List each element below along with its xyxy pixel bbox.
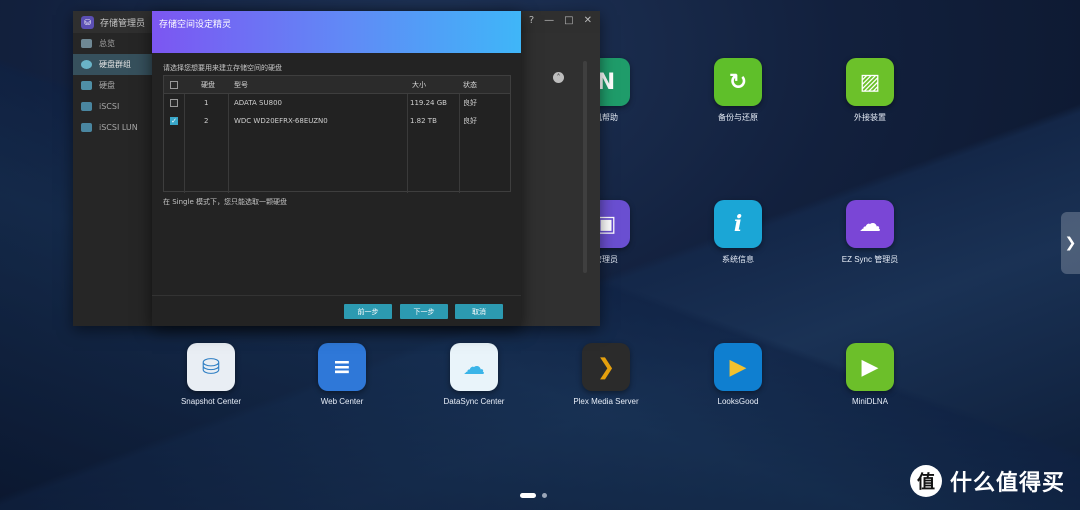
disk-size: 1.82 TB <box>410 117 437 125</box>
page-dot-active[interactable] <box>520 493 536 498</box>
help-icon[interactable]: ? <box>529 15 534 26</box>
app-label: Plex Media Server <box>573 397 639 406</box>
window-controls: ? — □ ✕ <box>529 15 592 26</box>
disk-number: 1 <box>204 99 209 107</box>
minimize-icon[interactable]: — <box>544 15 554 26</box>
disk-checkbox[interactable] <box>170 99 178 107</box>
app-datasync-center[interactable]: ☁ DataSync Center <box>419 343 529 406</box>
disk-model: WDC WD20EFRX-68EUZN0 <box>234 117 328 125</box>
app-ezsync[interactable]: ☁ EZ Sync 管理员 <box>815 200 925 265</box>
chevron-right-icon: ❯ <box>1064 235 1077 251</box>
disk-group-icon <box>81 60 92 69</box>
ezsync-cloud-icon: ☁ <box>846 200 894 248</box>
app-label: MiniDLNA <box>851 397 888 406</box>
wizard-title: 存储空间设定精灵 <box>159 20 232 30</box>
close-icon[interactable]: ✕ <box>584 15 592 26</box>
watermark-text: 什么值得买 <box>950 471 1066 496</box>
select-all-checkbox[interactable] <box>170 81 178 89</box>
column-header-model[interactable]: 型号 <box>234 76 248 94</box>
app-label: EZ Sync 管理员 <box>841 255 899 264</box>
disk-status: 良好 <box>463 117 477 125</box>
cancel-button[interactable]: 取消 <box>455 304 503 319</box>
next-button[interactable]: 下一步 <box>400 304 448 319</box>
app-label: 外接装置 <box>854 113 886 122</box>
storage-sidebar: 总览 硬盘群组 硬盘 iSCSI iSCSI LUN <box>73 33 152 326</box>
wizard-header: 存储空间设定精灵 <box>152 11 521 53</box>
checkmark-icon: ✓ <box>171 116 177 125</box>
storage-wizard-dialog: 存储空间设定精灵 请选择您想要用来建立存储空间的硬盘 硬盘 型号 大小 状态 1… <box>152 11 521 326</box>
plex-icon: ❯ <box>582 343 630 391</box>
sidebar-item-disks[interactable]: 硬盘 <box>73 75 152 96</box>
wizard-note: 在 Single 模式下，您只能选取一颗硬盘 <box>163 198 287 206</box>
app-web-center[interactable]: ≡ Web Center <box>287 343 397 406</box>
column-header-status[interactable]: 状态 <box>463 76 477 94</box>
backup-restore-icon: ↻ <box>714 58 762 106</box>
disk-icon <box>81 81 92 90</box>
app-label: DataSync Center <box>443 397 505 406</box>
column-header-size[interactable]: 大小 <box>412 76 426 94</box>
sidebar-item-overview[interactable]: 总览 <box>73 33 152 54</box>
app-label: 系统信息 <box>722 255 754 264</box>
app-label: Snapshot Center <box>180 397 242 406</box>
footer-divider <box>152 295 521 296</box>
iscsi-icon <box>81 102 92 111</box>
iscsi-lun-icon <box>81 123 92 132</box>
window-title: 存储管理员 <box>100 18 146 29</box>
disk-checkbox-checked[interactable]: ✓ <box>170 117 178 125</box>
watermark: 值 什么值得买 <box>910 465 1065 497</box>
app-plex[interactable]: ❯ Plex Media Server <box>551 343 661 406</box>
page-indicator <box>520 493 547 498</box>
app-label: LooksGood <box>717 397 759 406</box>
storage-app-icon: ⛁ <box>81 15 94 29</box>
scrollbar[interactable] <box>583 61 587 273</box>
app-backup-restore[interactable]: ↻ 备份与还原 <box>683 58 793 123</box>
app-system-info[interactable]: i 系统信息 <box>683 200 793 265</box>
maximize-icon[interactable]: □ <box>564 15 573 26</box>
disk-table: 硬盘 型号 大小 状态 1 ADATA SU800 119.24 GB 良好 ✓… <box>163 75 511 193</box>
column-header-disk[interactable]: 硬盘 <box>201 76 215 94</box>
next-page-arrow[interactable]: ❯ <box>1061 212 1080 274</box>
disk-status: 良好 <box>463 99 477 107</box>
web-server-icon: ≡ <box>318 343 366 391</box>
wizard-prompt: 请选择您想要用来建立存储空间的硬盘 <box>163 64 282 72</box>
sidebar-item-iscsi-lun[interactable]: iSCSI LUN <box>73 117 152 138</box>
external-device-icon: ▨ <box>846 58 894 106</box>
app-snapshot-center[interactable]: ⛁ Snapshot Center <box>156 343 266 406</box>
table-row[interactable]: ✓ 2 WDC WD20EFRX-68EUZN0 1.82 TB 良好 <box>164 112 510 130</box>
overview-icon <box>81 39 92 48</box>
collapse-icon[interactable]: ˄ <box>553 72 564 83</box>
app-label: Web Center <box>320 397 364 406</box>
datasync-cloud-icon: ☁ <box>450 343 498 391</box>
disk-model: ADATA SU800 <box>234 99 282 107</box>
table-row[interactable]: 1 ADATA SU800 119.24 GB 良好 <box>164 94 510 112</box>
info-icon: i <box>714 200 762 248</box>
watermark-logo-icon: 值 <box>910 465 942 497</box>
prev-button[interactable]: 前一步 <box>344 304 392 319</box>
disk-size: 119.24 GB <box>410 99 447 107</box>
minidlna-play-icon: ▶ <box>846 343 894 391</box>
page-dot[interactable] <box>542 493 547 498</box>
app-label: 备份与还原 <box>718 113 758 122</box>
sidebar-item-disk-groups[interactable]: 硬盘群组 <box>73 54 152 75</box>
looksgood-play-icon: ▶ <box>714 343 762 391</box>
snapshot-database-icon: ⛁ <box>187 343 235 391</box>
sidebar-item-iscsi[interactable]: iSCSI <box>73 96 152 117</box>
table-header-row: 硬盘 型号 大小 状态 <box>164 76 510 94</box>
app-minidlna[interactable]: ▶ MiniDLNA <box>815 343 925 406</box>
app-looksgood[interactable]: ▶ LooksGood <box>683 343 793 406</box>
disk-number: 2 <box>204 117 209 125</box>
app-external-device[interactable]: ▨ 外接装置 <box>815 58 925 123</box>
